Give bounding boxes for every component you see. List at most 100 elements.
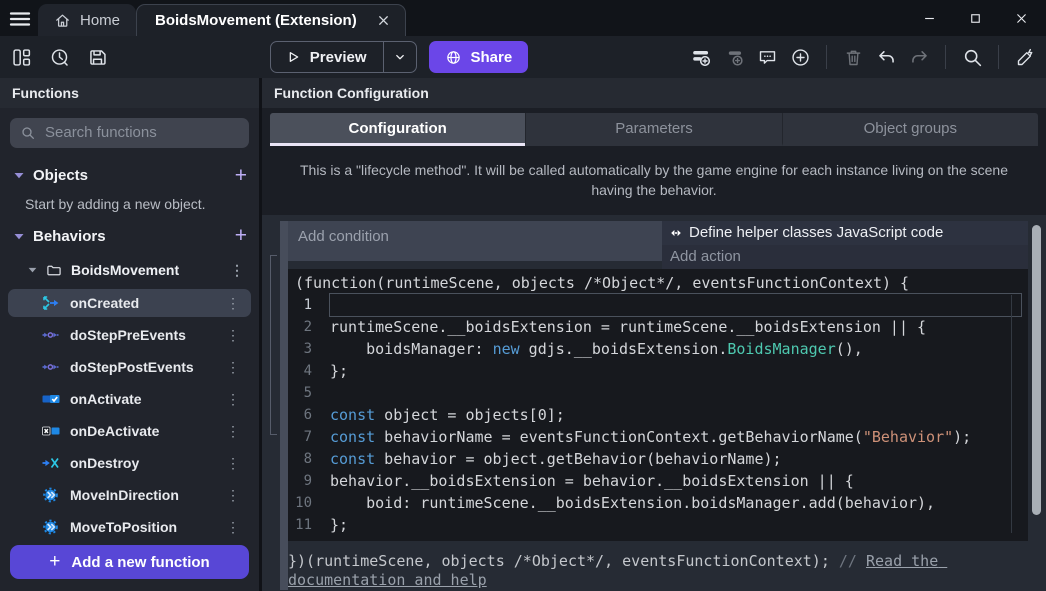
line-number: 5 xyxy=(288,382,330,404)
share-label: Share xyxy=(471,49,513,66)
delete-icon[interactable] xyxy=(842,46,864,68)
function-label: onDeActivate xyxy=(70,423,159,439)
code-line-3[interactable]: 3 boidsManager: new gdjs.__boidsExtensio… xyxy=(288,338,1028,360)
maximize-icon[interactable] xyxy=(960,5,990,31)
code-line-10[interactable]: 10 boid: runtimeScene.__boidsExtension.b… xyxy=(288,492,1028,514)
redo-icon[interactable] xyxy=(908,46,930,68)
chevron-down-icon[interactable] xyxy=(28,267,37,273)
function-item-onCreated[interactable]: onCreated⋮ xyxy=(8,289,251,317)
function-menu-button[interactable]: ⋮ xyxy=(223,488,243,502)
step-icon xyxy=(42,359,60,375)
menu-icon[interactable] xyxy=(8,7,32,29)
code-line-5[interactable]: 5 xyxy=(288,382,1028,404)
line-number: 10 xyxy=(288,492,330,514)
code-line-7[interactable]: 7const behaviorName = eventsFunctionCont… xyxy=(288,426,1028,448)
tab-object-groups[interactable]: Object groups xyxy=(782,113,1038,146)
function-label: MoveToPosition xyxy=(70,519,177,535)
undo-icon[interactable] xyxy=(875,46,897,68)
sidebar-header: Functions xyxy=(0,78,259,108)
function-menu-button[interactable]: ⋮ xyxy=(223,296,243,310)
tab-home-label: Home xyxy=(80,12,120,29)
function-item-MoveToPosition[interactable]: MoveToPosition ⋮ xyxy=(8,513,251,541)
function-item-onDeActivate[interactable]: onDeActivate ⋮ xyxy=(8,417,251,445)
code-line-11[interactable]: 11}; xyxy=(288,514,1028,536)
window-tabs: Home BoidsMovement (Extension) xyxy=(38,0,406,36)
tab-close-icon[interactable] xyxy=(376,13,391,28)
preview-button-main[interactable]: Preview xyxy=(271,42,383,72)
tab-parameters[interactable]: Parameters xyxy=(525,113,781,146)
code-line-1[interactable]: 1 xyxy=(288,294,1028,316)
code-footer: })(runtimeScene, objects /*Object*/, eve… xyxy=(288,552,1028,590)
save-icon[interactable] xyxy=(86,46,108,68)
comment-prefix: // xyxy=(839,552,866,570)
folder-icon xyxy=(46,263,62,278)
code-line-9[interactable]: 9behavior.__boidsExtension = behavior.__… xyxy=(288,470,1028,492)
function-menu-button[interactable]: ⋮ xyxy=(223,456,243,470)
minimize-icon[interactable] xyxy=(914,5,944,31)
code-text: boidsManager: new gdjs.__boidsExtension.… xyxy=(330,338,1021,360)
add-behavior-button[interactable]: + xyxy=(235,227,247,245)
function-item-onActivate[interactable]: onActivate⋮ xyxy=(8,385,251,413)
config-tabs: ConfigurationParametersObject groups xyxy=(270,113,1038,146)
add-subevent-icon[interactable] xyxy=(723,46,745,68)
line-number: 11 xyxy=(288,514,330,536)
code-line-8[interactable]: 8const behavior = object.getBehavior(beh… xyxy=(288,448,1028,470)
chevron-down-icon xyxy=(393,50,407,64)
code-lines: 1 2runtimeScene.__boidsExtension = runti… xyxy=(288,294,1028,536)
line-number: 6 xyxy=(288,404,330,426)
function-label: onDestroy xyxy=(70,455,139,471)
code-editor[interactable]: (function(runtimeScene, objects /*Object… xyxy=(288,269,1028,541)
function-menu-button[interactable]: ⋮ xyxy=(223,360,243,374)
tab-active-label: BoidsMovement (Extension) xyxy=(155,12,357,29)
search-functions-input[interactable] xyxy=(45,124,244,141)
behavior-folder-boidsmovement[interactable]: BoidsMovement ⋮ xyxy=(28,258,247,282)
functions-sidebar: Functions Objects + Start by adding a ne… xyxy=(0,78,262,591)
code-line-2[interactable]: 2runtimeScene.__boidsExtension = runtime… xyxy=(288,316,1028,338)
code-line-6[interactable]: 6const object = objects[0]; xyxy=(288,404,1028,426)
folder-menu-button[interactable]: ⋮ xyxy=(227,263,247,277)
add-circle-icon[interactable] xyxy=(789,46,811,68)
events-scrollbar[interactable] xyxy=(1032,225,1041,515)
chevron-down-icon[interactable] xyxy=(14,172,24,179)
line-number: 8 xyxy=(288,448,330,470)
tab-home[interactable]: Home xyxy=(38,4,136,36)
gear-icon xyxy=(42,487,60,503)
add-object-button[interactable]: + xyxy=(235,167,247,185)
code-text: const object = objects[0]; xyxy=(330,404,1021,426)
objects-section-title: Objects xyxy=(33,167,88,184)
preview-dropdown-button[interactable] xyxy=(384,42,416,72)
function-item-doStepPreEvents[interactable]: doStepPreEvents⋮ xyxy=(8,321,251,349)
close-icon[interactable] xyxy=(1006,5,1036,31)
window-controls xyxy=(914,0,1036,36)
search-icon[interactable] xyxy=(961,46,983,68)
add-event-icon[interactable] xyxy=(690,46,712,68)
function-item-onDestroy[interactable]: onDestroy ⋮ xyxy=(8,449,251,477)
js-code-icon xyxy=(669,226,683,240)
add-function-button[interactable]: + Add a new function xyxy=(10,545,249,579)
share-button[interactable]: Share xyxy=(429,41,529,73)
panels-icon[interactable] xyxy=(10,46,32,68)
edit-zap-icon[interactable] xyxy=(1014,46,1036,68)
search-functions-box xyxy=(10,118,249,148)
add-comment-icon[interactable] xyxy=(756,46,778,68)
code-line-4[interactable]: 4}; xyxy=(288,360,1028,382)
function-configuration-panel: Function Configuration ConfigurationPara… xyxy=(262,78,1046,591)
add-condition-button[interactable]: Add condition xyxy=(288,221,662,261)
tab-configuration[interactable]: Configuration xyxy=(270,113,525,146)
js-event-title-row[interactable]: Define helper classes JavaScript code xyxy=(662,221,1028,245)
function-item-doStepPostEvents[interactable]: doStepPostEvents⋮ xyxy=(8,353,251,381)
preview-button: Preview xyxy=(270,41,417,73)
function-menu-button[interactable]: ⋮ xyxy=(223,424,243,438)
function-item-MoveInDirection[interactable]: MoveInDirection⋮ xyxy=(8,481,251,509)
history-icon[interactable] xyxy=(48,46,70,68)
tab-boidsmovement[interactable]: BoidsMovement (Extension) xyxy=(136,4,406,36)
function-menu-button[interactable]: ⋮ xyxy=(223,392,243,406)
code-text: runtimeScene.__boidsExtension = runtimeS… xyxy=(330,316,1021,338)
play-icon xyxy=(285,49,301,65)
js-code-event[interactable]: Add condition Define helper classes Java… xyxy=(280,221,1028,590)
function-menu-button[interactable]: ⋮ xyxy=(223,520,243,534)
titlebar: Home BoidsMovement (Extension) xyxy=(0,0,1046,36)
function-menu-button[interactable]: ⋮ xyxy=(223,328,243,342)
add-action-button[interactable]: Add action xyxy=(662,245,1028,269)
chevron-down-icon[interactable] xyxy=(14,233,24,240)
